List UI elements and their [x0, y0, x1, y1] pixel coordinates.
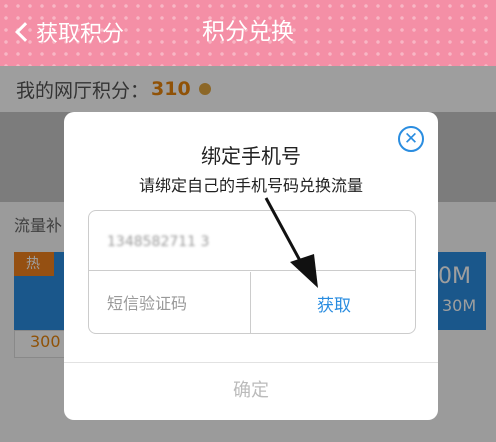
- phone-row: [89, 211, 415, 271]
- phone-input[interactable]: [107, 230, 307, 254]
- app-header: 获取积分 积分兑换: [0, 0, 496, 66]
- back-label: 获取积分: [36, 22, 125, 47]
- get-code-button[interactable]: 获取: [252, 272, 415, 333]
- chevron-left-icon: [15, 22, 35, 42]
- dialog-subtitle: 请绑定自己的手机号码兑换流量: [138, 176, 363, 195]
- dialog-title: 绑定手机号: [201, 144, 301, 168]
- bind-phone-dialog: ✕ 绑定手机号 请绑定自己的手机号码兑换流量 获取 确定: [64, 112, 438, 420]
- back-button[interactable]: 获取积分: [8, 14, 124, 50]
- sms-code-input[interactable]: [89, 272, 251, 333]
- confirm-button[interactable]: 确定: [64, 362, 438, 414]
- form-box: 获取: [88, 210, 416, 334]
